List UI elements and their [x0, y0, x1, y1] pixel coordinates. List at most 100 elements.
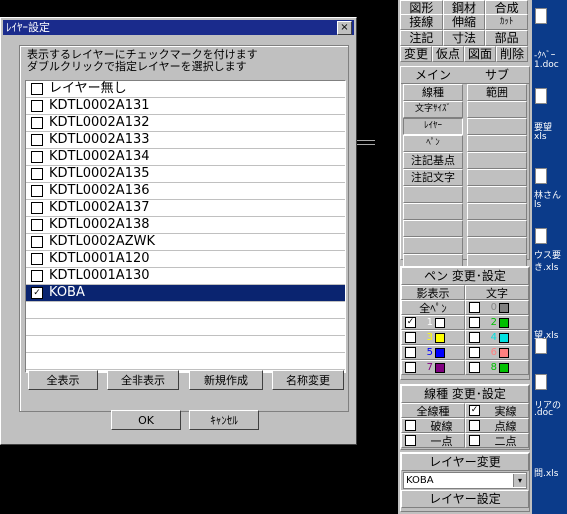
- main-item[interactable]: ﾍﾟﾝ: [403, 135, 463, 152]
- hide-all-button[interactable]: 全非表示: [107, 370, 179, 390]
- all-pens-button[interactable]: 全ﾍﾟﾝ: [401, 300, 465, 315]
- line-type-checkbox[interactable]: ✓: [469, 405, 480, 416]
- line-type-checkbox[interactable]: [405, 420, 416, 431]
- layer-name: KDTL0002A136: [49, 183, 150, 198]
- pen-2[interactable]: 2: [465, 315, 529, 330]
- tool-delete[interactable]: 削除: [496, 46, 528, 62]
- pen-5[interactable]: 5: [401, 345, 465, 360]
- main-item[interactable]: 文字ｻｲｽﾞ: [403, 101, 463, 118]
- pen-checkbox[interactable]: [469, 347, 480, 358]
- layer-list-item[interactable]: KDTL0002A138: [26, 217, 345, 234]
- sub-empty-slot: [467, 169, 527, 186]
- layer-checkbox[interactable]: [31, 117, 43, 129]
- file-icon[interactable]: [535, 168, 547, 184]
- pen-0-right[interactable]: 0: [465, 300, 529, 315]
- file-icon[interactable]: [535, 88, 547, 104]
- layer-list-item[interactable]: KDTL0002A136: [26, 183, 345, 200]
- layer-list-item[interactable]: KDTL0002A132: [26, 115, 345, 132]
- tool-cut[interactable]: ｶｯﾄ: [485, 14, 529, 30]
- main-item[interactable]: 注記文字: [403, 169, 463, 186]
- pen-8[interactable]: 8: [465, 360, 529, 375]
- layer-checkbox[interactable]: [31, 100, 43, 112]
- close-button[interactable]: ×: [337, 21, 352, 35]
- desktop-icon-label[interactable]: .doc: [534, 408, 553, 418]
- layer-list[interactable]: レイヤー無し KDTL0002A131 KDTL0002A132 KDTL0002A1…: [25, 80, 346, 373]
- layer-checkbox[interactable]: ✓: [31, 287, 43, 299]
- pen-checkbox[interactable]: [469, 362, 480, 373]
- pen-3[interactable]: 3: [401, 330, 465, 345]
- desktop-icon-label[interactable]: xls: [534, 132, 547, 142]
- line-type-option[interactable]: 二点: [465, 433, 529, 448]
- layer-checkbox[interactable]: [31, 134, 43, 146]
- line-type-option[interactable]: 一点: [401, 433, 465, 448]
- layer-list-item[interactable]: レイヤー無し: [26, 81, 345, 98]
- desktop-icon-label[interactable]: 1.doc: [534, 60, 559, 70]
- pen-checkbox[interactable]: [469, 317, 480, 328]
- dialog-title-bar[interactable]: ﾚｲﾔｰ設定 ×: [3, 20, 354, 35]
- layer-list-item[interactable]: KDTL0002A137: [26, 200, 345, 217]
- pen-checkbox[interactable]: [405, 362, 416, 373]
- file-icon[interactable]: [535, 8, 547, 24]
- all-line-types-button[interactable]: 全線種: [401, 403, 465, 418]
- tool-tangent[interactable]: 接線: [400, 14, 443, 30]
- layer-checkbox[interactable]: [31, 270, 43, 282]
- layer-checkbox[interactable]: [31, 202, 43, 214]
- file-icon[interactable]: [535, 228, 547, 244]
- line-type-option[interactable]: 点線: [465, 418, 529, 433]
- layer-checkbox[interactable]: [31, 236, 43, 248]
- pen-4[interactable]: 4: [465, 330, 529, 345]
- pen-6[interactable]: 6: [465, 345, 529, 360]
- pen-checkbox[interactable]: [469, 302, 480, 313]
- layer-setting-button[interactable]: レイヤー設定: [401, 490, 529, 508]
- layer-checkbox[interactable]: [31, 253, 43, 265]
- pen-1[interactable]: ✓ 1: [401, 315, 465, 330]
- tool-change[interactable]: 変更: [400, 46, 432, 62]
- layer-checkbox[interactable]: [31, 185, 43, 197]
- tool-temp-point[interactable]: 仮点: [432, 46, 464, 62]
- sub-column: サブ 範囲: [465, 67, 529, 271]
- pen-7[interactable]: 7: [401, 360, 465, 375]
- main-item[interactable]: ﾚｲﾔｰ: [403, 118, 463, 135]
- desktop-icon-label[interactable]: ls: [534, 200, 541, 210]
- main-item[interactable]: 注記基点: [403, 152, 463, 169]
- cancel-button[interactable]: ｷｬﾝｾﾙ: [189, 410, 259, 430]
- layer-checkbox[interactable]: [31, 168, 43, 180]
- layer-list-item[interactable]: KDTL0002A131: [26, 98, 345, 115]
- line-type-option[interactable]: 破線: [401, 418, 465, 433]
- line-type-checkbox[interactable]: [469, 435, 480, 446]
- desktop-icon-label[interactable]: き.xls: [534, 260, 558, 273]
- desktop-icon-label[interactable]: 問.xls: [534, 466, 558, 479]
- layer-checkbox[interactable]: [31, 83, 43, 95]
- desktop-icon-label[interactable]: 望.xls: [534, 328, 558, 341]
- rename-button[interactable]: 名称変更: [272, 370, 344, 390]
- layer-list-item[interactable]: KDTL0001A130: [26, 268, 345, 285]
- line-type-checkbox[interactable]: [469, 420, 480, 431]
- sub-item[interactable]: 範囲: [467, 84, 527, 101]
- layer-list-item[interactable]: KDTL0002A133: [26, 132, 345, 149]
- pen-checkbox[interactable]: [405, 332, 416, 343]
- new-layer-button[interactable]: 新規作成: [189, 370, 263, 390]
- show-all-button[interactable]: 全表示: [28, 370, 98, 390]
- layer-select[interactable]: KOBA ▾: [403, 472, 527, 489]
- layer-checkbox[interactable]: [31, 219, 43, 231]
- pen-checkbox[interactable]: [469, 332, 480, 343]
- tool-stretch[interactable]: 伸縮: [442, 14, 486, 30]
- pen-checkbox[interactable]: [405, 347, 416, 358]
- line-type-option[interactable]: ✓ 実線: [465, 403, 529, 418]
- tool-dimension[interactable]: 寸法: [442, 30, 486, 46]
- layer-list-item[interactable]: KDTL0002A135: [26, 166, 345, 183]
- tool-part[interactable]: 部品: [485, 30, 529, 46]
- layer-list-item[interactable]: KDTL0001A120: [26, 251, 345, 268]
- layer-list-item[interactable]: KDTL0002A134: [26, 149, 345, 166]
- layer-list-item[interactable]: KDTL0002AZWK: [26, 234, 345, 251]
- line-type-checkbox[interactable]: [405, 435, 416, 446]
- pen-checkbox[interactable]: ✓: [405, 317, 416, 328]
- layer-checkbox[interactable]: [31, 151, 43, 163]
- chevron-down-icon[interactable]: ▾: [513, 474, 526, 487]
- tool-annotation[interactable]: 注記: [400, 30, 443, 46]
- layer-list-item[interactable]: ✓ KOBA: [26, 285, 345, 302]
- file-icon[interactable]: [535, 374, 547, 390]
- main-item[interactable]: 線種: [403, 84, 463, 101]
- tool-drawing[interactable]: 図面: [464, 46, 496, 62]
- ok-button[interactable]: OK: [111, 410, 181, 430]
